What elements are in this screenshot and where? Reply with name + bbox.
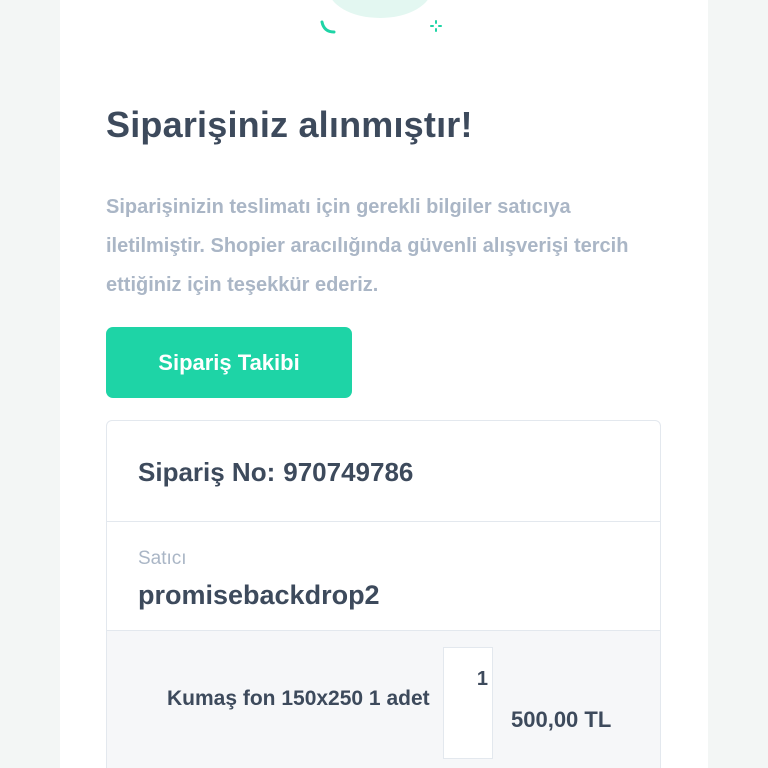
order-summary-box: Sipariş No: 970749786 Satıcı promisebackd… [106, 420, 661, 768]
item-name: Kumaş fon 150x250 1 adet [167, 687, 430, 710]
order-item-row: Kumaş fon 150x250 1 adet 1 500,00 TL [107, 631, 660, 768]
item-quantity-box: 1 [443, 647, 493, 759]
page-title: Siparişiniz alınmıştır! [106, 104, 473, 145]
order-confirmation-page: Siparişiniz alınmıştır! Siparişinizin te… [0, 0, 768, 768]
seller-label: Satıcı [138, 548, 187, 569]
order-number-row: Sipariş No: 970749786 [107, 421, 660, 522]
seller-row: Satıcı promisebackdrop2 [107, 522, 660, 631]
success-illustration-icon [320, 0, 442, 34]
order-number-label: Sipariş No: [138, 457, 276, 487]
order-description: Siparişinizin teslimatı için gerekli bil… [106, 196, 629, 296]
order-tracking-button[interactable]: Sipariş Takibi [106, 327, 352, 398]
order-number: Sipariş No: 970749786 [138, 457, 413, 488]
item-price: 500,00 TL [511, 707, 612, 732]
seller-name: promisebackdrop2 [138, 580, 380, 610]
item-quantity: 1 [476, 668, 488, 690]
order-number-value: 970749786 [283, 457, 414, 487]
